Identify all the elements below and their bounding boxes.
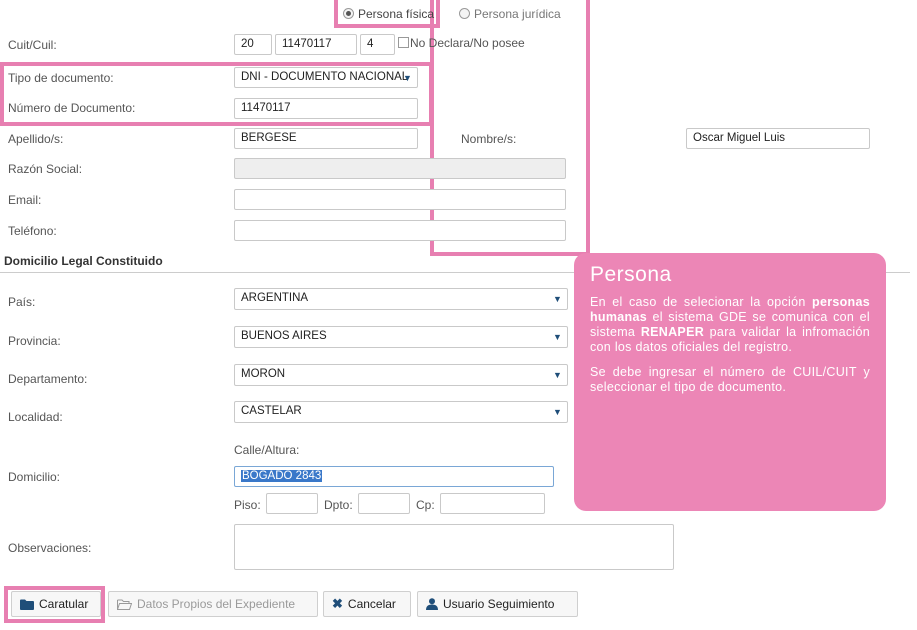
cancelar-button[interactable]: ✖ Cancelar xyxy=(323,591,411,617)
cp-input[interactable] xyxy=(440,493,545,514)
domicilio-input[interactable]: BOGADO 2843 xyxy=(234,466,554,487)
telefono-label: Teléfono: xyxy=(8,224,57,238)
user-icon xyxy=(426,598,438,610)
radio-persona-juridica[interactable]: Persona jurídica xyxy=(459,7,561,21)
caratular-button[interactable]: Caratular xyxy=(11,591,101,617)
provincia-label: Provincia: xyxy=(8,334,61,348)
calle-altura-label: Calle/Altura: xyxy=(234,443,300,457)
provincia-select[interactable]: BUENOS AIRES ▼ xyxy=(234,326,568,348)
telefono-input[interactable] xyxy=(234,220,566,241)
pais-select[interactable]: ARGENTINA ▼ xyxy=(234,288,568,310)
dpto-input[interactable] xyxy=(358,493,410,514)
callout-p1-d: RENAPER xyxy=(640,325,705,339)
no-declara-checkbox[interactable] xyxy=(398,37,409,48)
usuario-seguimiento-label: Usuario Seguimiento xyxy=(443,597,555,611)
radio-persona-fisica[interactable]: Persona física xyxy=(343,7,434,21)
apellido-input[interactable]: BERGESE xyxy=(234,128,418,149)
chevron-down-icon: ▼ xyxy=(553,293,562,304)
domicilio-value: BOGADO 2843 xyxy=(241,470,323,482)
datos-propios-label: Datos Propios del Expediente xyxy=(137,597,296,611)
caratular-label: Caratular xyxy=(39,597,89,611)
apellido-label: Apellido/s: xyxy=(8,132,64,146)
nombre-input[interactable]: Oscar Miguel Luis xyxy=(686,128,870,149)
localidad-value: CASTELAR xyxy=(241,405,302,417)
cuit-number-input[interactable]: 11470117 xyxy=(275,34,357,55)
cuit-prefix-input[interactable]: 20 xyxy=(234,34,272,55)
pais-label: País: xyxy=(8,295,36,309)
cp-label: Cp: xyxy=(416,498,435,512)
datos-propios-button: Datos Propios del Expediente xyxy=(108,591,318,617)
localidad-select[interactable]: CASTELAR ▼ xyxy=(234,401,568,423)
dpto-label: Dpto: xyxy=(324,498,353,512)
radio-selected-icon xyxy=(343,8,354,19)
callout-paragraph-2: Se debe ingresar el número de CUIL/CUIT … xyxy=(590,365,870,394)
callout-paragraph-1: En el caso de selecionar la opción perso… xyxy=(590,295,870,355)
chevron-down-icon: ▼ xyxy=(403,72,412,83)
tipo-doc-value: DNI - DOCUMENTO NACIONAL xyxy=(241,71,409,83)
radio-unselected-icon xyxy=(459,8,470,19)
departamento-value: MORON xyxy=(241,368,286,380)
observaciones-textarea[interactable] xyxy=(234,524,674,570)
domicilio-label: Domicilio: xyxy=(8,470,61,484)
chevron-down-icon: ▼ xyxy=(553,369,562,380)
info-callout: Persona En el caso de selecionar la opci… xyxy=(574,253,886,511)
radio-persona-fisica-label: Persona física xyxy=(358,7,435,21)
callout-title: Persona xyxy=(590,263,672,286)
provincia-value: BUENOS AIRES xyxy=(241,330,327,342)
usuario-seguimiento-button[interactable]: Usuario Seguimiento xyxy=(417,591,578,617)
piso-input[interactable] xyxy=(266,493,318,514)
numero-doc-label: Número de Documento: xyxy=(8,101,136,115)
razon-social-input xyxy=(234,158,566,179)
nombre-label: Nombre/s: xyxy=(461,132,517,146)
pais-value: ARGENTINA xyxy=(241,292,309,304)
razon-social-label: Razón Social: xyxy=(8,162,83,176)
cancelar-label: Cancelar xyxy=(347,597,396,611)
close-icon: ✖ xyxy=(332,596,343,611)
email-input[interactable] xyxy=(234,189,566,210)
no-declara-label: No Declara/No posee xyxy=(410,36,525,50)
localidad-label: Localidad: xyxy=(8,410,63,424)
folder-icon xyxy=(20,599,34,610)
departamento-label: Departamento: xyxy=(8,372,88,386)
cuit-suffix-input[interactable]: 4 xyxy=(360,34,395,55)
cuit-label: Cuit/Cuil: xyxy=(8,38,57,52)
tipo-doc-select[interactable]: DNI - DOCUMENTO NACIONAL ▼ xyxy=(234,67,418,88)
numero-doc-input[interactable]: 11470117 xyxy=(234,98,418,119)
piso-label: Piso: xyxy=(234,498,261,512)
tipo-doc-label: Tipo de documento: xyxy=(8,71,114,85)
domicilio-section-title: Domicilio Legal Constituido xyxy=(4,254,163,268)
chevron-down-icon: ▼ xyxy=(553,406,562,417)
chevron-down-icon: ▼ xyxy=(553,331,562,342)
departamento-select[interactable]: MORON ▼ xyxy=(234,364,568,386)
callout-p1-a: En el caso de selecionar la opción xyxy=(590,295,813,309)
folder-open-icon xyxy=(117,599,132,610)
radio-persona-juridica-label: Persona jurídica xyxy=(474,7,561,21)
email-label: Email: xyxy=(8,193,42,207)
observaciones-label: Observaciones: xyxy=(8,541,92,555)
